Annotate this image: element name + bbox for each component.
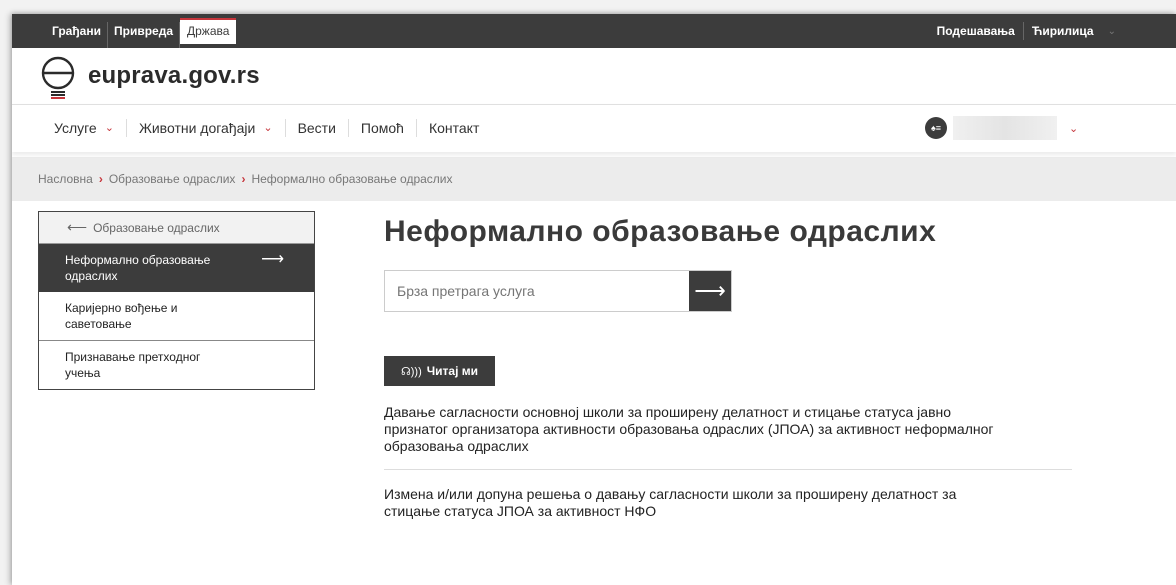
euprava-logo-icon[interactable] [38, 55, 78, 99]
user-list-icon: ♠≡ [925, 117, 947, 139]
search-submit-button[interactable]: ⟶ [689, 271, 731, 311]
script-selector[interactable]: Ћирилица [1024, 22, 1102, 40]
nav-item-label: Животни догађаји [138, 120, 256, 136]
nav-item-help[interactable]: Помоћ [349, 119, 417, 137]
divider [384, 469, 1072, 470]
user-menu[interactable]: ♠≡ ⌄ [925, 116, 1078, 140]
chevron-right-icon: › [98, 172, 103, 186]
speaker-icon: ☊))) [400, 365, 422, 378]
link-state[interactable]: Држава [180, 18, 237, 44]
breadcrumb-current: Неформално образовање одраслих [251, 172, 453, 186]
sidebar-item-label: Неформално образовање одраслих [65, 253, 211, 283]
read-aloud-button[interactable]: ☊))) Читај ми [384, 356, 495, 386]
audience-switcher: Грађани Привреда Држава [46, 18, 237, 48]
arrow-left-icon: ⟵ [67, 219, 88, 235]
nav-item-life-events[interactable]: Животни догађаји ⌄ [127, 119, 286, 137]
arrow-right-icon: ⟶ [261, 251, 284, 268]
sidebar: ⟵ Образовање одраслих Неформално образов… [38, 211, 315, 390]
chevron-down-icon: ⌄ [1069, 122, 1079, 135]
sidebar-back-label: Образовање одраслих [93, 220, 220, 235]
chevron-down-icon: ⌄ [104, 122, 114, 134]
page: Грађани Привреда Држава Подешавања Ћирил… [12, 14, 1176, 585]
read-aloud-label: Читај ми [426, 364, 479, 378]
service-link[interactable]: Давање сагласности основној школи за про… [384, 404, 1004, 469]
breadcrumb: Насловна › Образовање одраслих › Неформа… [12, 157, 1176, 201]
sidebar-back-link[interactable]: ⟵ Образовање одраслих [39, 212, 314, 244]
settings-link[interactable]: Подешавања [929, 22, 1024, 40]
page-title: Неформално образовање одраслих [384, 215, 937, 248]
link-citizens[interactable]: Грађани [46, 22, 108, 48]
top-right-menu: Подешавања Ћирилица ⌄ [929, 22, 1116, 40]
sidebar-item-label: Признавање претходног учења [65, 350, 201, 380]
main-nav: Услуге ⌄ Животни догађаји ⌄ Вести Помоћ … [12, 104, 1176, 152]
sidebar-item-recognition[interactable]: Признавање претходног учења [39, 340, 314, 389]
chevron-right-icon: › [241, 172, 246, 186]
service-link[interactable]: Измена и/или допуна решења о давању сагл… [384, 486, 1004, 534]
logo-row: euprava.gov.rs [12, 48, 1176, 104]
sidebar-item-nonformal[interactable]: Неформално образовање одраслих ⟶ [39, 244, 314, 292]
sidebar-item-label: Каријерно вођење и саветовање [65, 301, 178, 331]
nav-item-label: Услуге [54, 120, 97, 136]
search-input[interactable] [385, 271, 689, 311]
quick-search: ⟶ [384, 270, 732, 312]
top-bar: Грађани Привреда Држава Подешавања Ћирил… [12, 14, 1176, 48]
nav-item-news[interactable]: Вести [286, 119, 349, 137]
nav-item-services[interactable]: Услуге ⌄ [54, 119, 127, 137]
breadcrumb-adult-education[interactable]: Образовање одраслих [109, 172, 236, 186]
user-name-redacted [953, 116, 1057, 140]
chevron-down-icon: ⌄ [263, 122, 273, 134]
sidebar-item-career[interactable]: Каријерно вођење и саветовање [39, 292, 314, 340]
arrow-right-icon: ⟶ [694, 278, 726, 303]
service-list: Давање сагласности основној школи за про… [384, 404, 1072, 534]
link-business[interactable]: Привреда [108, 22, 180, 48]
breadcrumb-home[interactable]: Насловна [38, 172, 93, 186]
nav-item-contact[interactable]: Контакт [417, 119, 491, 137]
site-logo-text[interactable]: euprava.gov.rs [88, 62, 260, 90]
chevron-down-icon[interactable]: ⌄ [1108, 26, 1116, 37]
